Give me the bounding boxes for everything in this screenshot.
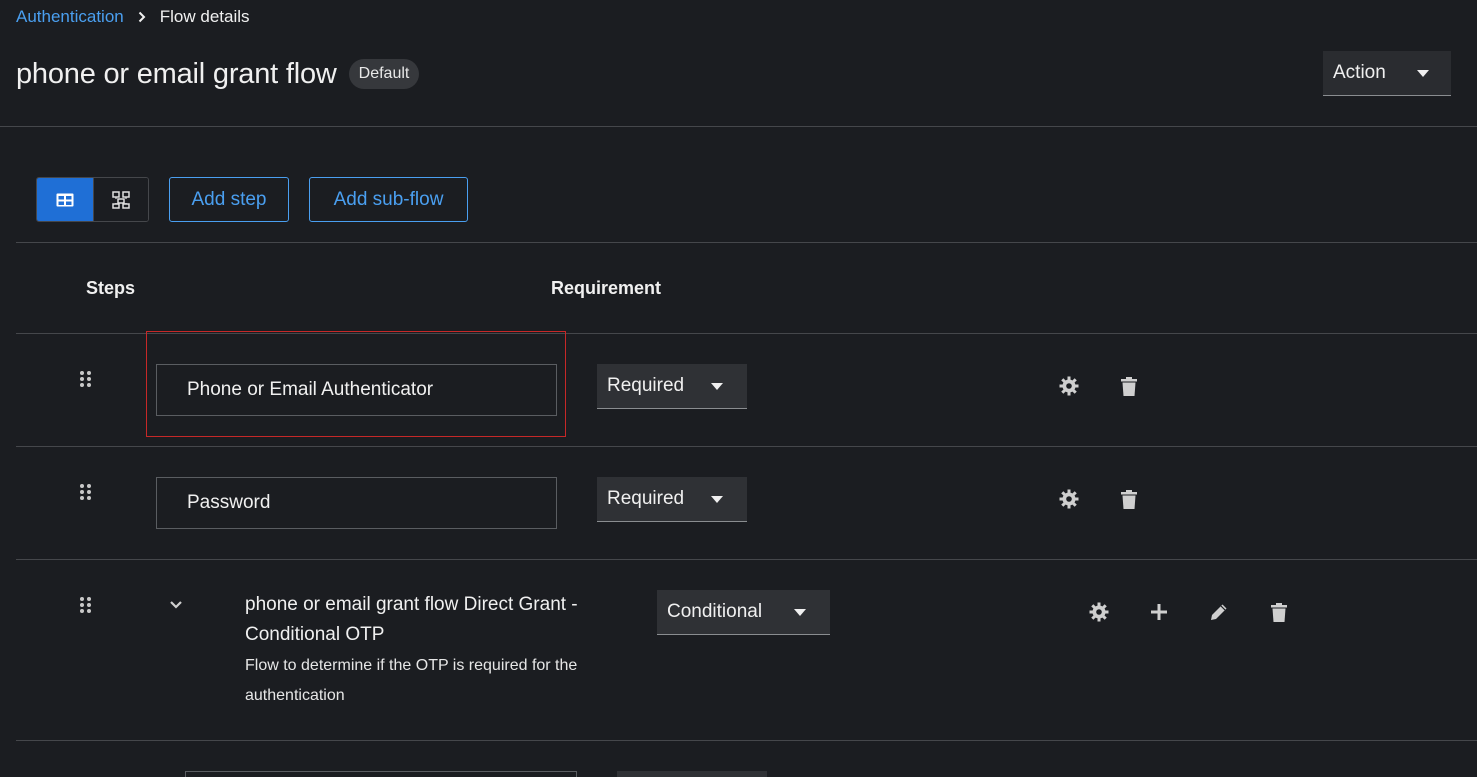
step-name-field[interactable]: Password xyxy=(156,477,557,529)
title-row: phone or email grant flow Default xyxy=(16,55,420,93)
toolbar-divider xyxy=(16,242,1477,243)
requirement-select[interactable]: Required xyxy=(597,477,747,522)
caret-down-icon xyxy=(1417,69,1429,77)
page-title: phone or email grant flow xyxy=(16,57,337,90)
requirement-select[interactable]: Required xyxy=(597,364,747,409)
requirement-select-value: Required xyxy=(607,488,685,509)
drag-handle-icon[interactable] xyxy=(79,370,93,388)
requirement-select-value: Conditional xyxy=(667,601,763,622)
header-divider xyxy=(0,126,1477,127)
breadcrumb: Authentication Flow details xyxy=(16,6,250,28)
step-name-field[interactable]: Phone or Email Authenticator xyxy=(156,364,557,416)
chevron-right-icon xyxy=(138,11,146,23)
drag-handle-icon[interactable] xyxy=(79,596,93,614)
subflow-title: phone or email grant flow Direct Grant -… xyxy=(245,594,578,645)
diagram-view-button[interactable] xyxy=(92,178,148,221)
step-name-field-partial[interactable] xyxy=(185,771,577,777)
diagram-view-icon xyxy=(112,190,130,209)
gear-icon[interactable] xyxy=(1087,600,1111,624)
caret-down-icon xyxy=(794,608,806,616)
view-toggle-group xyxy=(36,177,149,222)
chevron-down-icon[interactable] xyxy=(169,600,183,610)
requirement-select[interactable]: Conditional xyxy=(657,590,830,635)
trash-icon[interactable] xyxy=(1267,600,1291,624)
plus-icon[interactable] xyxy=(1147,600,1171,624)
action-dropdown-label: Action xyxy=(1333,62,1386,83)
trash-icon[interactable] xyxy=(1117,487,1141,511)
default-badge: Default xyxy=(348,59,420,89)
breadcrumb-current: Flow details xyxy=(159,7,250,26)
drag-handle-icon[interactable] xyxy=(79,483,93,501)
requirement-select-value: Required xyxy=(607,375,685,396)
requirement-select-partial[interactable] xyxy=(617,771,767,777)
add-step-button[interactable]: Add step xyxy=(169,177,289,222)
trash-icon[interactable] xyxy=(1117,374,1141,398)
row-divider xyxy=(16,446,1477,447)
gear-icon[interactable] xyxy=(1057,374,1081,398)
flow-details-page: Authentication Flow details phone or ema… xyxy=(0,0,1477,777)
subflow-description: Flow to determine if the OTP is required… xyxy=(245,657,578,704)
breadcrumb-authentication-link[interactable]: Authentication xyxy=(16,7,124,27)
pencil-icon[interactable] xyxy=(1207,600,1231,624)
table-view-icon xyxy=(56,193,74,206)
table-view-button[interactable] xyxy=(37,178,93,221)
column-header-steps: Steps xyxy=(86,278,136,298)
column-header-requirement: Requirement xyxy=(551,278,662,298)
row-divider xyxy=(16,740,1477,741)
action-dropdown[interactable]: Action xyxy=(1323,51,1451,96)
gear-icon[interactable] xyxy=(1057,487,1081,511)
row-divider xyxy=(16,559,1477,560)
caret-down-icon xyxy=(711,382,723,390)
add-subflow-button[interactable]: Add sub-flow xyxy=(309,177,468,222)
caret-down-icon xyxy=(711,495,723,503)
